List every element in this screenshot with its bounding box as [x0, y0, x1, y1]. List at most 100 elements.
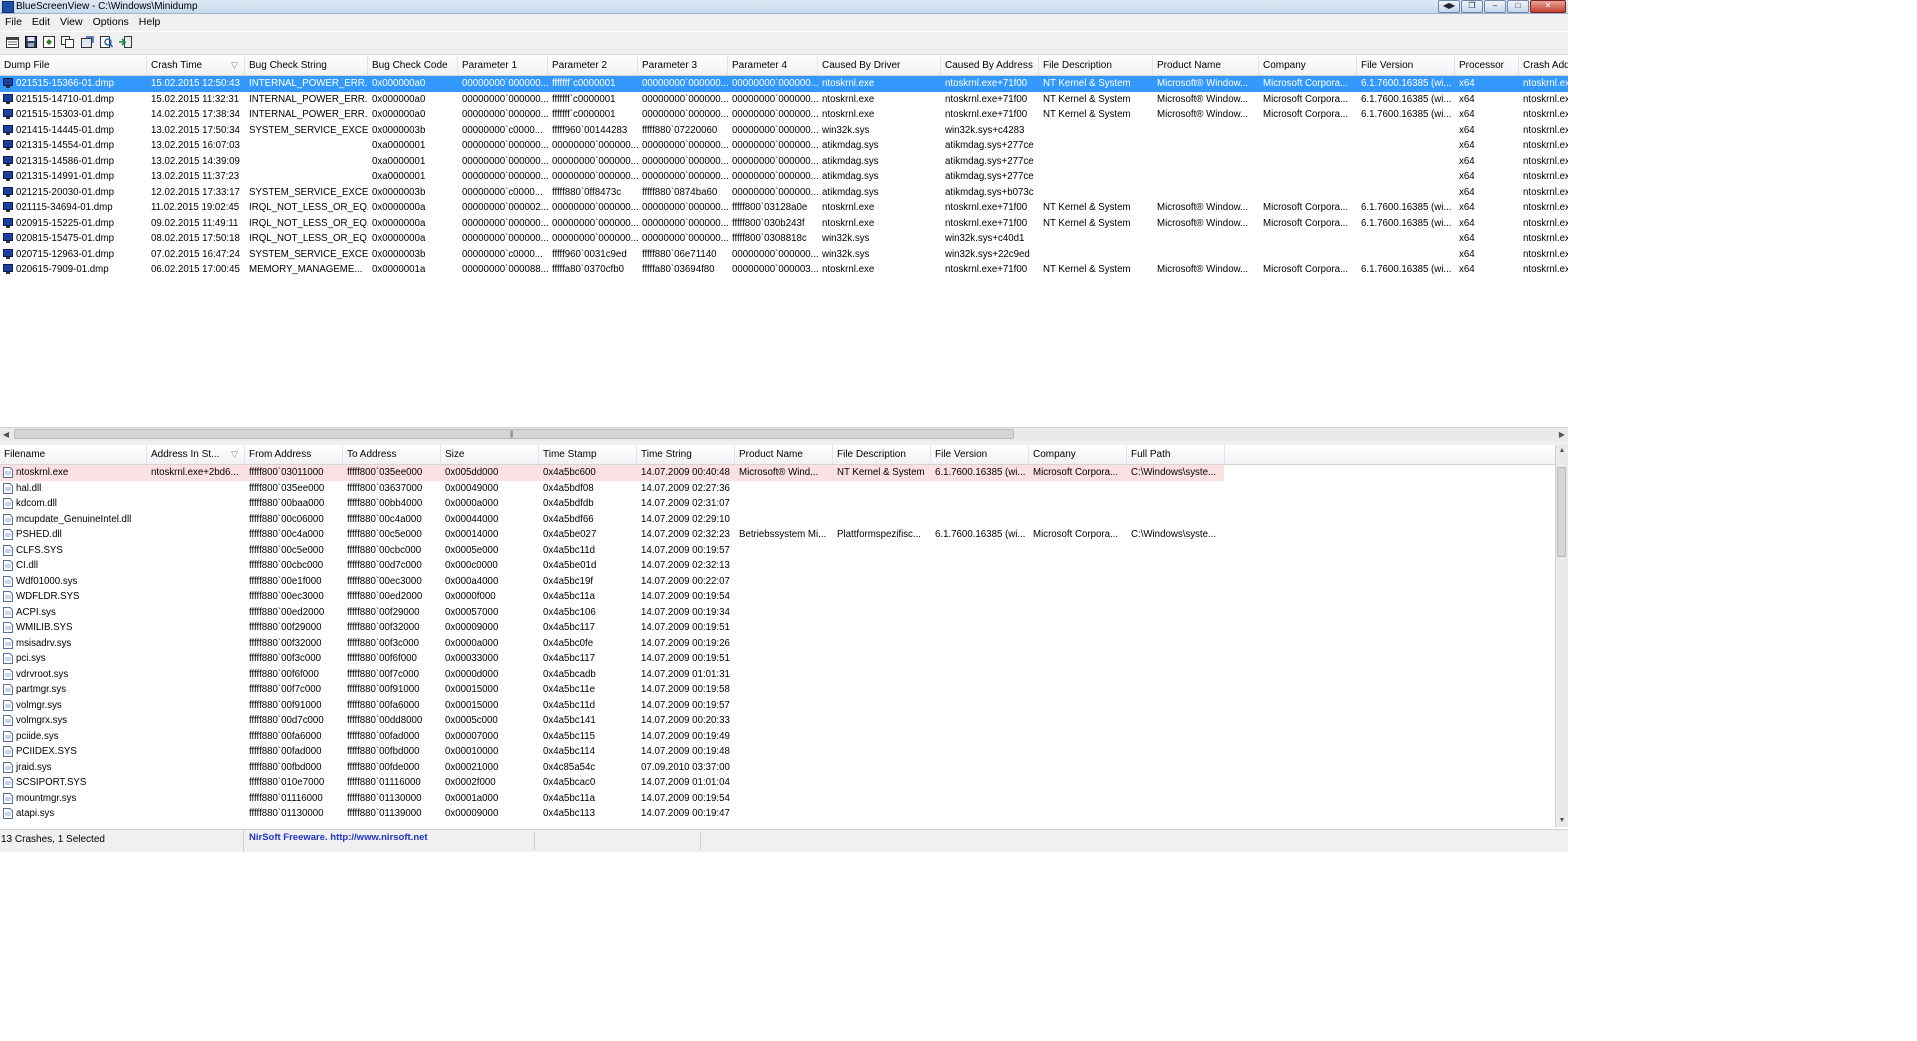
horizontal-scroll-thumb[interactable]: ||| — [14, 429, 1014, 439]
crash-row[interactable]: 020715-12963-01.dmp 07.02.2015 16:47:24 SY… — [0, 247, 1568, 263]
driver-row[interactable]: jraid.sys fffff880`00fbd000 fffff880`00fde… — [0, 760, 1568, 776]
driver-row[interactable]: mountmgr.sys fffff880`01116000 fffff880`01… — [0, 791, 1568, 807]
driver-row[interactable]: hal.dll fffff800`035ee000 fffff800`0363700… — [0, 481, 1568, 497]
column-header-file-version[interactable]: File Version — [931, 445, 1029, 464]
column-header-bug-check-code[interactable]: Bug Check Code — [368, 56, 458, 75]
driver-row[interactable]: Wdf01000.sys fffff880`00e1f000 fffff880`00… — [0, 574, 1568, 590]
driver-row[interactable]: pciide.sys fffff880`00fa6000 fffff880`00fa… — [0, 729, 1568, 745]
cell-crash-address: ntoskrnl.exe — [1523, 140, 1568, 151]
driver-list[interactable]: Filename Address In St... ▽ From Address To … — [0, 445, 1568, 827]
column-header-filename[interactable]: Filename — [0, 445, 147, 464]
crash-row[interactable]: 021315-14586-01.dmp 13.02.2015 14:39:09 0x… — [0, 154, 1568, 170]
vertical-scroll-thumb[interactable] — [1557, 467, 1566, 557]
column-header-company[interactable]: Company — [1259, 56, 1357, 75]
column-header-processor[interactable]: Processor — [1455, 56, 1519, 75]
driver-row[interactable]: partmgr.sys fffff880`00f7c000 fffff880`00f… — [0, 682, 1568, 698]
column-header-address-in-st[interactable]: Address In St... ▽ — [147, 445, 245, 464]
column-header-file-description[interactable]: File Description — [833, 445, 931, 464]
driver-row[interactable]: vdrvroot.sys fffff880`00f6f000 fffff880`00… — [0, 667, 1568, 683]
column-header-crash-address[interactable]: Crash Address — [1519, 56, 1568, 75]
html-report-icon[interactable] — [42, 36, 55, 48]
restore-icon[interactable]: ❐ — [1461, 0, 1483, 13]
column-header-parameter-4[interactable]: Parameter 4 — [728, 56, 818, 75]
driver-row[interactable]: volmgrx.sys fffff880`00d7c000 fffff880`00d… — [0, 713, 1568, 729]
column-header-parameter-3[interactable]: Parameter 3 — [638, 56, 728, 75]
menu-file[interactable]: File — [0, 14, 27, 31]
scroll-up-icon[interactable]: ▲ — [1556, 445, 1568, 457]
crash-row[interactable]: 021315-14991-01.dmp 13.02.2015 11:37:23 0x… — [0, 169, 1568, 185]
copy-icon[interactable] — [61, 36, 74, 48]
driver-row[interactable]: atapi.sys fffff880`01130000 fffff880`01139… — [0, 806, 1568, 822]
driver-row[interactable]: ACPI.sys fffff880`00ed2000 fffff880`00f290… — [0, 605, 1568, 621]
driver-row[interactable]: pci.sys fffff880`00f3c000 fffff880`00f6f00… — [0, 651, 1568, 667]
crash-row[interactable]: 021515-14710-01.dmp 15.02.2015 11:32:31 IN… — [0, 92, 1568, 108]
scroll-left-icon[interactable]: ◀ — [0, 428, 12, 441]
column-header-crash-time[interactable]: Crash Time ▽ — [147, 56, 245, 75]
menu-edit[interactable]: Edit — [27, 14, 55, 31]
cell-size: 0x000a4000 — [445, 575, 499, 587]
column-header-dump-file[interactable]: Dump File — [0, 56, 147, 75]
cell-file-version — [931, 543, 1029, 559]
scroll-down-icon[interactable]: ▼ — [1556, 815, 1568, 827]
scroll-right-icon[interactable]: ▶ — [1556, 428, 1568, 441]
column-header-time-string[interactable]: Time String — [637, 445, 735, 464]
column-header-parameter-1[interactable]: Parameter 1 — [458, 56, 548, 75]
crash-row[interactable]: 021115-34694-01.dmp 11.02.2015 19:02:45 IR… — [0, 200, 1568, 216]
driver-row[interactable]: ntoskrnl.exe ntoskrnl.exe+2bd6... fffff800… — [0, 465, 1224, 481]
driver-row[interactable]: kdcom.dll fffff880`00baa000 fffff880`00bb4… — [0, 496, 1568, 512]
column-header-product-name[interactable]: Product Name — [735, 445, 833, 464]
driver-row[interactable]: msisadrv.sys fffff880`00f32000 fffff880`00… — [0, 636, 1568, 652]
column-header-from-address[interactable]: From Address — [245, 445, 343, 464]
driver-row[interactable]: WDFLDR.SYS fffff880`00ec3000 fffff880`00ed… — [0, 589, 1568, 605]
driver-row[interactable]: mcupdate_GenuineIntel.dll fffff880`00c060… — [0, 512, 1568, 528]
nirsoft-link[interactable]: NirSoft Freeware. http://www.nirsoft.net — [249, 830, 428, 852]
close-button[interactable]: ✕ — [1530, 0, 1566, 13]
driver-row[interactable]: WMILIB.SYS fffff880`00f29000 fffff880`00f3… — [0, 620, 1568, 636]
driver-row[interactable]: PSHED.dll fffff880`00c4a000 fffff880`00c5e… — [0, 527, 1568, 543]
column-header-company[interactable]: Company — [1029, 445, 1127, 464]
crash-row[interactable]: 021515-15303-01.dmp 14.02.2015 17:38:34 IN… — [0, 107, 1568, 123]
column-header-caused-by-driver[interactable]: Caused By Driver — [818, 56, 941, 75]
column-header-size[interactable]: Size — [441, 445, 539, 464]
crash-row[interactable]: 021415-14445-01.dmp 13.02.2015 17:50:34 SY… — [0, 123, 1568, 139]
menu-view[interactable]: View — [55, 14, 88, 31]
column-header-bug-check-string[interactable]: Bug Check String — [245, 56, 368, 75]
column-header-file-version[interactable]: File Version — [1357, 56, 1455, 75]
vertical-scrollbar[interactable]: ▲ ▼ — [1555, 445, 1568, 827]
driver-row[interactable]: volmgr.sys fffff880`00f91000 fffff880`00fa… — [0, 698, 1568, 714]
crash-dump-list[interactable]: Dump File Crash Time ▽ Bug Check String Bug … — [0, 56, 1568, 427]
cell-processor: x64 — [1459, 248, 1475, 260]
minimize-button[interactable]: – — [1484, 0, 1506, 13]
horizontal-scrollbar[interactable]: ◀ ||| ▶ — [0, 427, 1568, 441]
crash-row[interactable]: 020815-15475-01.dmp 08.02.2015 17:50:18 IR… — [0, 231, 1568, 247]
crash-row[interactable]: 021315-14554-01.dmp 13.02.2015 16:07:03 0x… — [0, 138, 1568, 154]
column-header-file-description[interactable]: File Description — [1039, 56, 1153, 75]
crash-row[interactable]: 020915-15225-01.dmp 09.02.2015 11:49:11 IR… — [0, 216, 1568, 232]
menu-help[interactable]: Help — [134, 14, 166, 31]
properties-icon[interactable] — [6, 36, 19, 48]
exit-icon[interactable] — [119, 36, 132, 48]
column-header-to-address[interactable]: To Address — [343, 445, 441, 464]
column-header-full-path[interactable]: Full Path — [1127, 445, 1225, 464]
crash-row[interactable]: 021215-20030-01.dmp 12.02.2015 17:33:17 SY… — [0, 185, 1568, 201]
save-icon[interactable] — [24, 36, 37, 48]
resize-icon[interactable]: ◀▶ — [1438, 0, 1460, 13]
cell-company — [1029, 729, 1127, 745]
crash-row[interactable]: 020615-7909-01.dmp 06.02.2015 17:00:45 MEM… — [0, 262, 1568, 278]
crash-row[interactable]: 021515-15366-01.dmp 15.02.2015 12:50:43 IN… — [0, 76, 1568, 92]
column-header-caused-by-address[interactable]: Caused By Address — [941, 56, 1039, 75]
maximize-button[interactable]: □ — [1507, 0, 1529, 13]
cell-from-address: fffff880`00fbd000 — [249, 761, 322, 773]
column-header-parameter-2[interactable]: Parameter 2 — [548, 56, 638, 75]
driver-row[interactable]: CLFS.SYS fffff880`00c5e000 fffff880`00cbc0… — [0, 543, 1568, 559]
cell-caused-by-address: atikmdag.sys+277ce — [945, 155, 1034, 167]
driver-row[interactable]: CI.dll fffff880`00cbc000 fffff880`00d7c000… — [0, 558, 1568, 574]
refresh-icon[interactable] — [81, 36, 94, 48]
driver-row[interactable]: SCSIPORT.SYS fffff880`010e7000 fffff880`01… — [0, 775, 1568, 791]
column-header-time-stamp[interactable]: Time Stamp — [539, 445, 637, 464]
column-header-product-name[interactable]: Product Name — [1153, 56, 1259, 75]
driver-row[interactable]: PCIIDEX.SYS fffff880`00fad000 fffff880`00f… — [0, 744, 1568, 760]
cell-crash-time: 13.02.2015 11:37:23 — [151, 171, 240, 182]
find-icon[interactable] — [100, 36, 113, 48]
menu-options[interactable]: Options — [88, 14, 134, 31]
